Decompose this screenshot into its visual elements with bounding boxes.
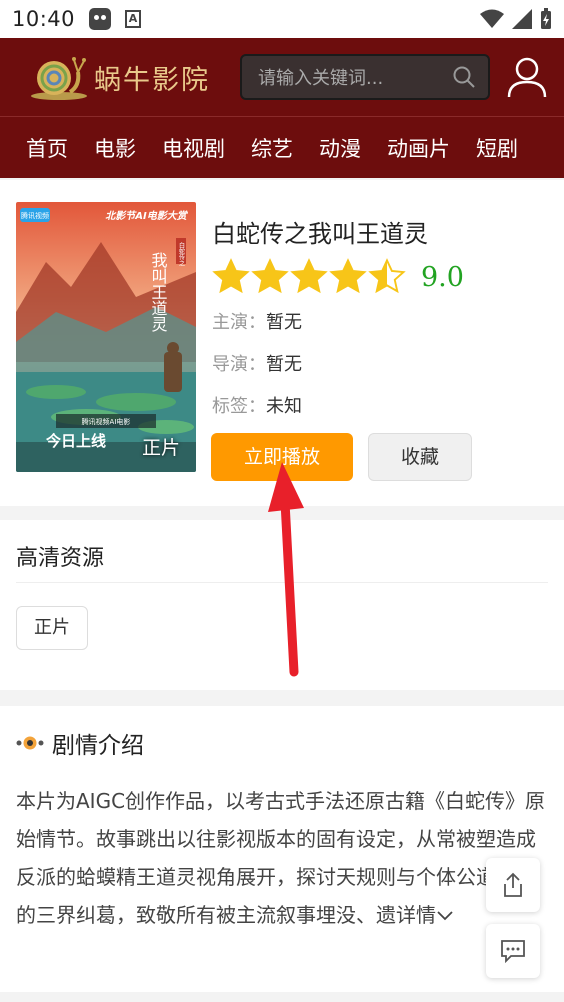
search-icon[interactable]	[452, 65, 476, 89]
nav-item-2[interactable]: 电视剧	[136, 133, 225, 163]
nav-item-6[interactable]: 短剧	[450, 133, 518, 163]
poster-art: 腾讯视频 北影节AI电影大赏 我叫王道灵 白蛇传之 腾讯视频AI电影 今日上线	[16, 202, 196, 472]
play-now-button[interactable]: 立即播放	[211, 433, 353, 481]
movie-detail-card: 腾讯视频 北影节AI电影大赏 我叫王道灵 白蛇传之 腾讯视频AI电影 今日上线 …	[0, 180, 564, 506]
movie-poster[interactable]: 腾讯视频 北影节AI电影大赏 我叫王道灵 白蛇传之 腾讯视频AI电影 今日上线 …	[16, 202, 196, 472]
episode-button[interactable]: 正片	[16, 606, 88, 650]
site-logo[interactable]: 蜗牛影院	[28, 52, 210, 102]
cast-row: 主演：暂无	[212, 308, 302, 334]
sources-title: 高清资源	[16, 546, 105, 571]
director-row: 导演：暂无	[212, 350, 302, 376]
chevron-down-icon	[437, 911, 453, 921]
plot-card: 剧情介绍 本片为AIGC创作作品，以考古式手法还原古籍《白蛇传》原始情节。故事跳…	[0, 706, 564, 992]
notification-app-icon	[89, 8, 112, 30]
snail-logo-icon	[31, 57, 87, 100]
nav-item-4[interactable]: 动漫	[293, 133, 361, 163]
poster-episode-badge: 正片	[141, 437, 180, 459]
favorite-button[interactable]: 收藏	[368, 433, 472, 481]
status-bar: 10:40 A	[0, 0, 564, 38]
share-button[interactable]	[486, 858, 540, 912]
tags-label: 标签：	[212, 396, 266, 417]
plot-header: 剧情介绍	[16, 726, 144, 760]
poster-festival-text: 北影节AI电影大赏	[105, 210, 188, 222]
rating-stars	[212, 258, 407, 296]
plot-bullet-icon	[16, 736, 44, 750]
nav-item-5[interactable]: 动画片	[361, 133, 450, 163]
poster-vertical-title: 我叫王道灵	[149, 252, 168, 332]
poster-top-badge: 腾讯视频	[21, 211, 49, 220]
director-value: 暂无	[266, 354, 302, 375]
star-icon	[368, 258, 406, 294]
sources-divider	[16, 582, 548, 583]
tags-value: 未知	[266, 396, 302, 417]
notification-a-icon: A	[125, 10, 142, 28]
cast-label: 主演：	[212, 312, 266, 333]
star-icon	[329, 258, 367, 294]
plot-more-label: 详情	[396, 903, 436, 927]
site-header: 蜗牛影院 请输入关键词...	[0, 38, 564, 116]
plot-text: 本片为AIGC创作作品，以考古式手法还原古籍《白蛇传》原始情节。故事跳出以往影视…	[16, 789, 546, 927]
plot-title: 剧情介绍	[52, 733, 144, 759]
search-input[interactable]: 请输入关键词...	[240, 54, 490, 100]
battery-icon	[541, 8, 551, 29]
nav-item-3[interactable]: 综艺	[225, 133, 293, 163]
plot-more-link[interactable]: 详情	[396, 903, 454, 927]
poster-caption: 腾讯视频AI电影	[82, 417, 131, 426]
search-placeholder: 请输入关键词...	[258, 68, 384, 89]
wifi-icon	[480, 9, 504, 28]
rating-score: 9.0	[421, 261, 464, 293]
status-indicators	[480, 8, 552, 30]
status-time: 10:40	[12, 7, 76, 31]
star-rating: 9.0	[212, 258, 464, 296]
star-icon	[290, 258, 328, 294]
nav-item-0[interactable]: 首页	[0, 133, 68, 163]
tags-row: 标签：未知	[212, 392, 302, 418]
nav-item-1[interactable]: 电影	[68, 133, 136, 163]
category-nav: 首页 电影 电视剧 综艺 动漫 动画片 短剧	[0, 116, 564, 178]
plot-description: 本片为AIGC创作作品，以考古式手法还原古籍《白蛇传》原始情节。故事跳出以往影视…	[16, 782, 546, 934]
user-icon[interactable]	[506, 56, 548, 98]
comment-icon	[501, 940, 525, 963]
share-icon	[504, 872, 522, 897]
hd-sources-card: 高清资源 正片	[0, 520, 564, 690]
signal-icon	[512, 9, 532, 29]
star-icon	[212, 258, 250, 294]
site-name: 蜗牛影院	[94, 64, 210, 96]
poster-seal: 白蛇传之	[178, 241, 185, 267]
poster-online-text: 今日上线	[45, 432, 106, 450]
star-icon	[251, 258, 289, 294]
director-label: 导演：	[212, 354, 266, 375]
comment-button[interactable]	[486, 924, 540, 978]
cast-value: 暂无	[266, 312, 302, 333]
movie-title: 白蛇传之我叫王道灵	[212, 220, 428, 248]
